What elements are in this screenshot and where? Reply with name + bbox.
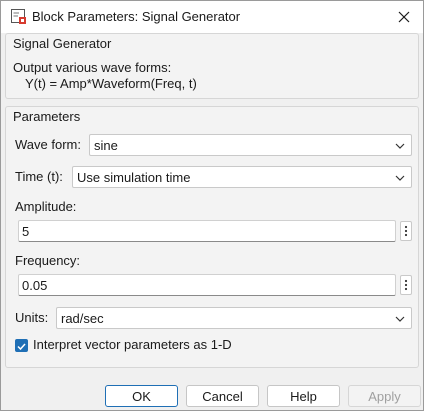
block-description-line2: Y(t) = Amp*Waveform(Freq, t) — [25, 76, 197, 91]
units-value: rad/sec — [61, 310, 104, 326]
chevron-down-icon — [395, 175, 405, 181]
time-label: Time (t): — [15, 169, 63, 184]
dialog-window: Block Parameters: Signal Generator Signa… — [0, 0, 424, 411]
wave-form-label: Wave form: — [15, 137, 81, 152]
time-dropdown[interactable]: Use simulation time — [72, 166, 412, 188]
chevron-down-icon — [395, 316, 405, 322]
title-bar[interactable]: Block Parameters: Signal Generator — [1, 1, 423, 33]
units-label: Units: — [15, 310, 49, 325]
ok-button[interactable]: OK — [105, 385, 178, 407]
frequency-more-options-icon[interactable] — [400, 275, 412, 295]
chevron-down-icon — [395, 143, 405, 149]
amplitude-more-options-icon[interactable] — [400, 221, 412, 241]
amplitude-field[interactable] — [18, 220, 396, 242]
block-description-group: Signal Generator Output various wave for… — [5, 33, 419, 99]
apply-button[interactable]: Apply — [348, 385, 421, 407]
checkmark-icon — [17, 343, 26, 351]
wave-form-dropdown[interactable]: sine — [89, 134, 412, 156]
time-value: Use simulation time — [77, 169, 191, 185]
close-icon[interactable] — [393, 6, 415, 28]
wave-form-value: sine — [94, 137, 118, 153]
interpret-vector-checkbox[interactable] — [15, 339, 28, 352]
parameters-header: Parameters — [13, 109, 81, 124]
frequency-field[interactable] — [18, 274, 396, 296]
block-name-header: Signal Generator — [13, 36, 112, 51]
amplitude-label: Amplitude: — [15, 199, 77, 214]
window-title: Block Parameters: Signal Generator — [32, 9, 241, 24]
block-description-line1: Output various wave forms: — [13, 60, 172, 75]
frequency-label: Frequency: — [15, 253, 81, 268]
cancel-button[interactable]: Cancel — [186, 385, 259, 407]
block-parameters-icon — [10, 8, 27, 25]
parameters-group: Parameters Wave form: sine Time (t): Use… — [5, 106, 419, 368]
units-dropdown[interactable]: rad/sec — [56, 307, 412, 329]
help-button[interactable]: Help — [267, 385, 340, 407]
interpret-vector-label: Interpret vector parameters as 1-D — [33, 337, 232, 352]
